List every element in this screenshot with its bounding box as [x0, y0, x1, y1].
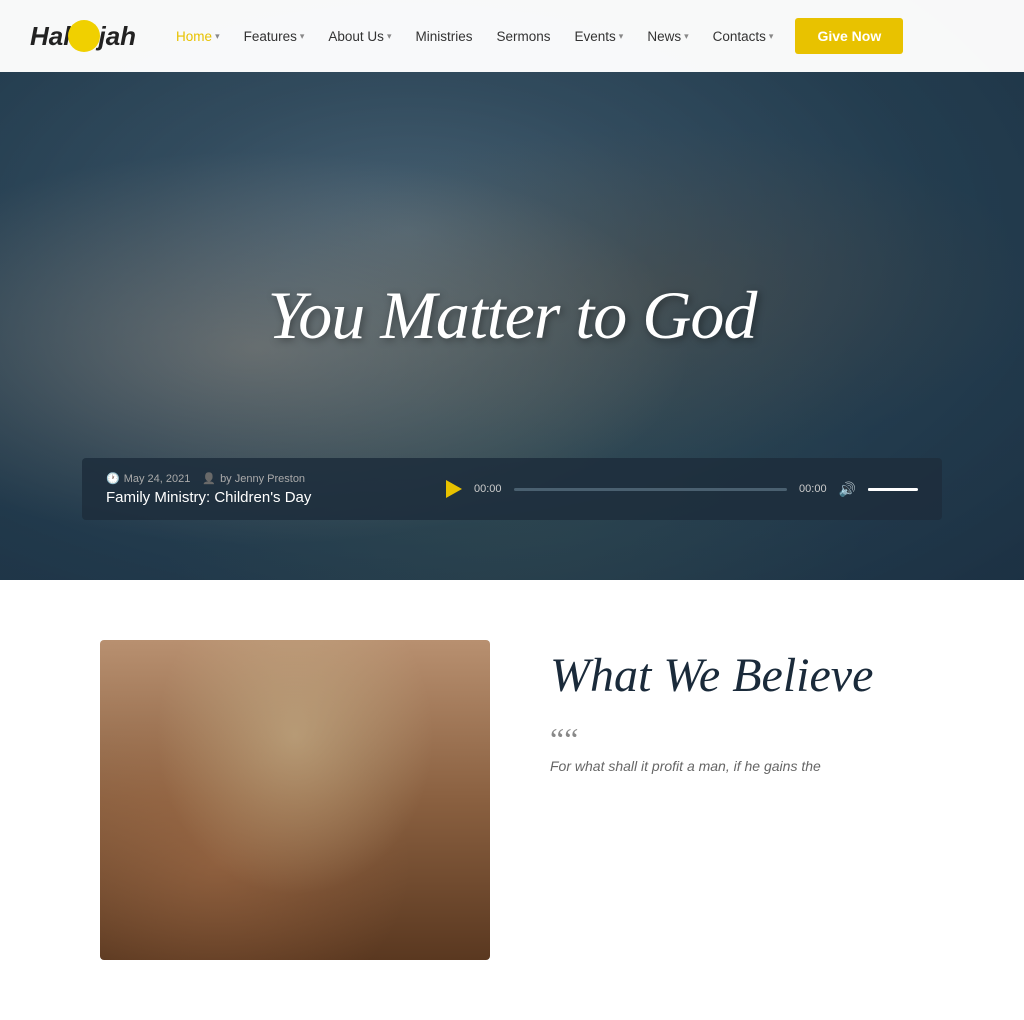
nav-link-events[interactable]: Events ▾	[565, 21, 634, 52]
nav-link-sermons[interactable]: Sermons	[486, 21, 560, 52]
navbar: Hal jah Home ▾ Features ▾ About Us ▾ Min…	[0, 0, 1024, 72]
nav-link-news[interactable]: News ▾	[637, 21, 698, 52]
clock-icon	[106, 472, 120, 485]
give-now-button[interactable]: Give Now	[795, 18, 903, 54]
nav-link-contacts[interactable]: Contacts ▾	[703, 21, 784, 52]
site-logo[interactable]: Hal jah	[30, 20, 136, 52]
nav-link-home[interactable]: Home ▾	[166, 21, 230, 52]
audio-author-text: by Jenny Preston	[220, 473, 305, 485]
nav-links: Home ▾ Features ▾ About Us ▾ Ministries …	[166, 18, 994, 54]
nav-label-about: About Us	[328, 29, 384, 44]
nav-item-ministries[interactable]: Ministries	[405, 21, 482, 52]
believe-image-inner	[100, 640, 490, 960]
audio-date-author: May 24, 2021 by Jenny Preston	[106, 472, 426, 485]
nav-item-features[interactable]: Features ▾	[234, 21, 315, 52]
quote-mark: ““	[550, 723, 944, 755]
chevron-down-icon: ▾	[300, 31, 305, 42]
logo-text-left: Hal	[30, 21, 70, 52]
audio-meta: May 24, 2021 by Jenny Preston Family Min…	[106, 472, 426, 506]
nav-label-contacts: Contacts	[713, 29, 766, 44]
quote-text: For what shall it profit a man, if he ga…	[550, 755, 944, 779]
chevron-down-icon: ▾	[684, 31, 689, 42]
nav-item-news[interactable]: News ▾	[637, 21, 698, 52]
nav-label-news: News	[647, 29, 681, 44]
believe-image	[100, 640, 490, 960]
chevron-down-icon: ▾	[619, 31, 624, 42]
volume-icon[interactable]: 🔊	[839, 481, 856, 498]
nav-item-contacts[interactable]: Contacts ▾	[703, 21, 784, 52]
nav-label-ministries: Ministries	[415, 29, 472, 44]
volume-bar[interactable]	[868, 488, 918, 491]
audio-time-start: 00:00	[474, 483, 502, 495]
chevron-down-icon: ▾	[769, 31, 774, 42]
logo-text-right: jah	[98, 21, 136, 52]
audio-controls[interactable]: 00:00 00:00 🔊	[446, 480, 918, 498]
progress-bar[interactable]	[514, 488, 788, 491]
audio-player-bar: May 24, 2021 by Jenny Preston Family Min…	[82, 458, 942, 520]
audio-date-text: May 24, 2021	[124, 473, 191, 485]
hero-section: You Matter to God May 24, 2021 by Jenny …	[0, 0, 1024, 580]
audio-author-span: by Jenny Preston	[202, 472, 305, 485]
nav-label-events: Events	[575, 29, 616, 44]
chevron-down-icon: ▾	[215, 31, 220, 42]
audio-date-span: May 24, 2021	[106, 472, 190, 485]
play-button[interactable]	[446, 480, 462, 498]
logo-dot	[68, 20, 100, 52]
nav-link-ministries[interactable]: Ministries	[405, 21, 482, 52]
nav-label-home: Home	[176, 29, 212, 44]
chevron-down-icon: ▾	[387, 31, 392, 42]
user-icon	[202, 472, 216, 485]
nav-item-give[interactable]: Give Now	[787, 18, 903, 54]
believe-text: What We Believe ““ For what shall it pro…	[550, 640, 944, 779]
what-we-believe-section: What We Believe ““ For what shall it pro…	[0, 580, 1024, 1020]
nav-label-features: Features	[244, 29, 297, 44]
volume-fill	[868, 488, 903, 491]
nav-item-sermons[interactable]: Sermons	[486, 21, 560, 52]
nav-label-sermons: Sermons	[496, 29, 550, 44]
nav-link-about[interactable]: About Us ▾	[318, 21, 401, 52]
nav-item-events[interactable]: Events ▾	[565, 21, 634, 52]
section-title: What We Believe	[550, 650, 944, 703]
nav-link-features[interactable]: Features ▾	[234, 21, 315, 52]
nav-item-about[interactable]: About Us ▾	[318, 21, 401, 52]
hero-title: You Matter to God	[268, 278, 757, 353]
audio-title: Family Ministry: Children's Day	[106, 489, 426, 506]
nav-item-home[interactable]: Home ▾	[166, 21, 230, 52]
audio-time-end: 00:00	[799, 483, 827, 495]
